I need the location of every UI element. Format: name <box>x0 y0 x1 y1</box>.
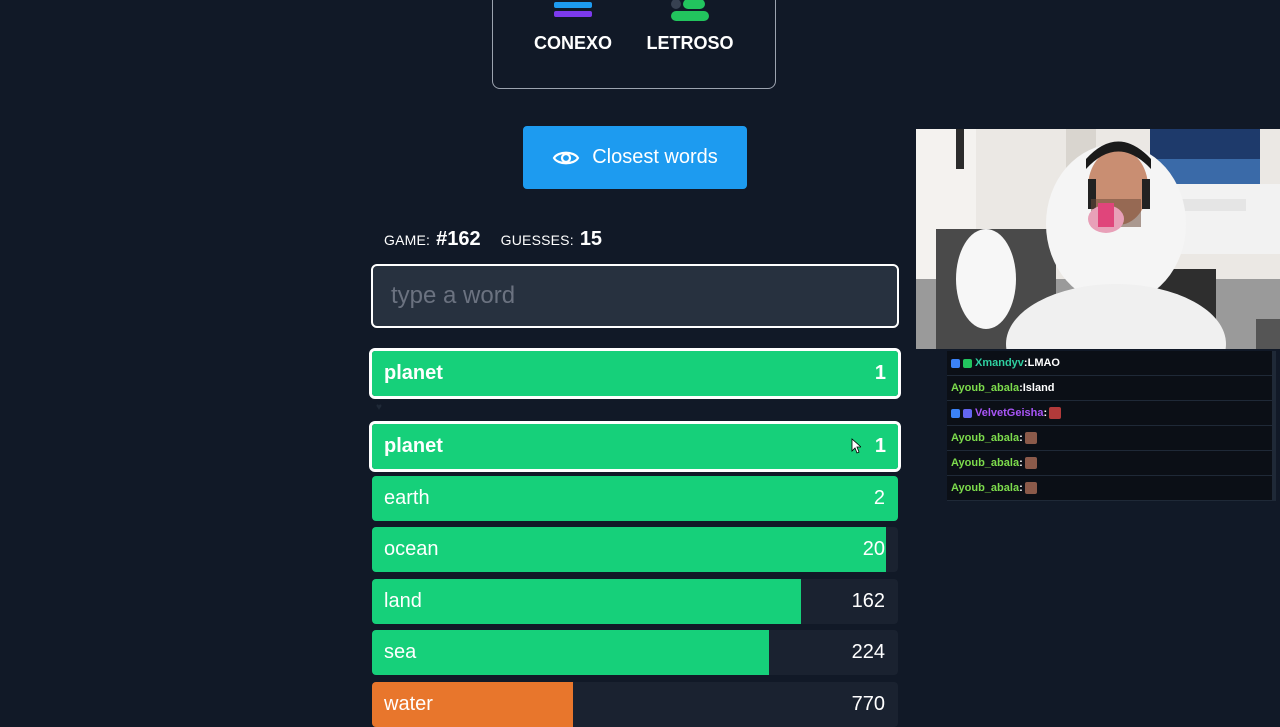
guess-word: earth <box>384 487 430 509</box>
guess-row: sea 224 <box>372 630 898 675</box>
chat-badge-icon <box>951 408 960 418</box>
chat-username[interactable]: Ayoub_abala <box>951 457 1019 469</box>
guess-fill <box>372 527 886 572</box>
guesses-label: GUESSES: <box>500 232 574 248</box>
chat-message: Xmandyv: LMAO <box>947 351 1272 376</box>
guess-row: earth 2 <box>372 476 898 521</box>
chat-text: LMAO <box>1027 357 1060 369</box>
guess-fill <box>372 424 898 469</box>
guess-rank: 770 <box>851 693 885 715</box>
last-guess-fill <box>372 351 898 396</box>
guess-row: water 770 <box>372 682 898 727</box>
game-info: GAME: #162 GUESSES: 15 <box>384 228 616 251</box>
chat-username[interactable]: Ayoub_abala <box>951 482 1019 494</box>
chat-separator: : <box>1019 482 1023 494</box>
conexo-icon <box>554 0 592 27</box>
conexo-label: CONEXO <box>533 33 612 53</box>
guess-row: land 162 <box>372 579 898 624</box>
guess-row: planet 1 <box>369 421 901 472</box>
guess-rank: 20 <box>862 538 885 560</box>
chat-separator: : <box>1043 407 1048 419</box>
guess-rank: 224 <box>851 641 885 663</box>
chat-username[interactable]: Ayoub_abala <box>951 432 1019 444</box>
last-guess-rank: 1 <box>874 362 886 384</box>
webcam-feed <box>916 129 1280 349</box>
chat-message: Ayoub_abala: <box>947 476 1272 501</box>
guesses-count: 15 <box>579 228 603 250</box>
closest-words-label: Closest words <box>592 146 718 168</box>
guess-word: planet <box>384 435 443 457</box>
guess-word: ocean <box>384 538 439 560</box>
conexo-bar-3 <box>554 11 592 17</box>
chat-username[interactable]: Xmandyv <box>975 357 1024 369</box>
letroso-icon <box>671 0 709 27</box>
guess-rank: 2 <box>873 487 885 509</box>
chat-badge-icon <box>951 358 960 368</box>
guess-word: land <box>384 590 422 612</box>
guess-rank: 1 <box>874 435 886 457</box>
games-menu: CONEXO LETROSO <box>492 0 776 89</box>
chat-badge-icon <box>963 408 972 418</box>
chat-badge-icon <box>963 358 972 368</box>
chat-separator: : <box>1019 432 1023 444</box>
guess-fill <box>372 630 770 675</box>
guess-rank: 162 <box>851 590 885 612</box>
guess-word: sea <box>384 641 417 663</box>
chat-username[interactable]: VelvetGeisha <box>975 407 1044 419</box>
eye-icon <box>552 151 580 164</box>
letroso-label: LETROSO <box>646 33 734 53</box>
last-guess-row: planet 1 <box>369 348 901 399</box>
closest-words-button[interactable]: Closest words <box>523 126 747 189</box>
letroso-link[interactable]: LETROSO <box>645 0 735 54</box>
chat-message: Ayoub_abala: Island <box>947 376 1272 401</box>
drop-icon: ♥ <box>376 402 382 413</box>
mouse-cursor-icon <box>851 438 861 454</box>
chat-separator: : <box>1019 457 1023 469</box>
guess-row: ocean 20 <box>372 527 898 572</box>
guess-fill <box>372 579 801 624</box>
guess-fill <box>372 476 898 521</box>
chat-emote-icon <box>1049 407 1062 419</box>
last-guess-word: planet <box>384 362 443 384</box>
game-label: GAME: <box>384 232 431 248</box>
conexo-link[interactable]: CONEXO <box>533 0 613 54</box>
conexo-bar-2 <box>554 2 592 8</box>
game-number: #162 <box>436 228 481 250</box>
chat-panel: Xmandyv: LMAO Ayoub_abala: Island VelvetGe… <box>947 351 1272 501</box>
chat-message: VelvetGeisha: <box>947 401 1272 426</box>
chat-emote-icon <box>1024 482 1037 494</box>
chat-scrollbar[interactable] <box>1272 351 1276 501</box>
chat-emote-icon <box>1024 432 1037 444</box>
chat-username[interactable]: Ayoub_abala <box>951 382 1019 394</box>
guess-word: water <box>384 693 433 715</box>
chat-emote-icon <box>1024 457 1037 469</box>
word-input[interactable] <box>371 264 899 328</box>
chat-text: Island <box>1022 382 1055 394</box>
chat-message: Ayoub_abala: <box>947 451 1272 476</box>
chat-message: Ayoub_abala: <box>947 426 1272 451</box>
